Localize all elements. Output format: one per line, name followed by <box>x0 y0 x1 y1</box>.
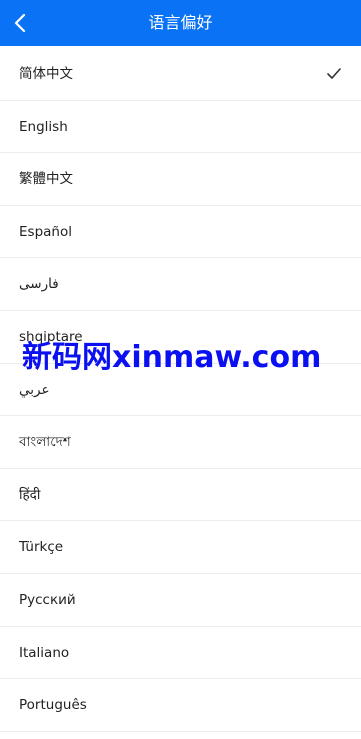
chevron-left-icon <box>14 13 26 33</box>
language-item-hi[interactable]: हिंदी <box>0 469 361 522</box>
language-item-pt[interactable]: Português <box>0 679 361 732</box>
language-label: Русский <box>19 591 76 608</box>
language-item-ru[interactable]: Русский <box>0 574 361 627</box>
language-label: Español <box>19 223 72 240</box>
language-label: 繁體中文 <box>19 171 73 188</box>
app-header: 语言偏好 <box>0 0 361 46</box>
checkmark-icon <box>327 68 341 79</box>
language-item-it[interactable]: Italiano <box>0 627 361 680</box>
language-label: فارسی <box>19 276 59 293</box>
page-title: 语言偏好 <box>148 13 213 32</box>
language-list: 简体中文 English 繁體中文 Español فارسی shqiptar… <box>0 48 361 732</box>
language-item-tr[interactable]: Türkçe <box>0 521 361 574</box>
back-button[interactable] <box>0 0 46 46</box>
language-label: Português <box>19 697 87 714</box>
language-label: Italiano <box>19 644 70 661</box>
language-item-es[interactable]: Español <box>0 206 361 259</box>
language-item-bn[interactable]: বাংলাদেশ <box>0 416 361 469</box>
language-label: हिंदी <box>19 486 41 503</box>
language-item-zh-hant[interactable]: 繁體中文 <box>0 153 361 206</box>
language-item-fa[interactable]: فارسی <box>0 258 361 311</box>
language-label: Türkçe <box>19 539 64 556</box>
language-label: 简体中文 <box>19 66 73 82</box>
language-item-en[interactable]: English <box>0 101 361 154</box>
language-label: English <box>19 118 68 135</box>
language-preference-page: 语言偏好 简体中文 English 繁體中文 Español فارسی shq… <box>0 0 361 739</box>
language-label: বাংলাদেশ <box>19 434 71 451</box>
language-item-zh-hans[interactable]: 简体中文 <box>0 48 361 101</box>
watermark: 新码网xinmaw.com <box>22 340 322 375</box>
